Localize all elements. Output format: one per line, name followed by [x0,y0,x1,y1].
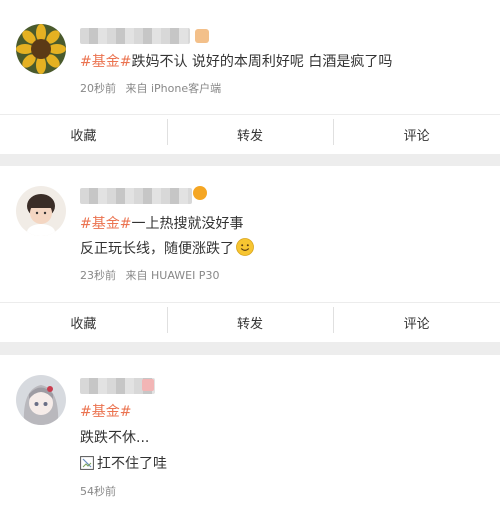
post-time: 54秒前 [80,485,116,498]
post-text: #基金#一上热搜就没好事 [80,216,244,232]
comment-button[interactable]: 评论 [333,118,500,145]
post-text: #基金# [80,402,131,422]
post-text: 跌跌不休... [80,430,150,446]
action-bar: 收藏 转发 评论 [0,114,500,153]
action-bar: 收藏 转发 评论 [0,302,500,341]
verified-badge-icon [193,186,207,200]
post-card: #基金#跌妈不认 说好的本周利好呢 白酒是疯了吗 20秒前 来自 iPhone客… [0,0,500,154]
comment-button[interactable]: 评论 [333,306,500,333]
repost-button[interactable]: 转发 [166,118,334,145]
user-avatar[interactable] [16,375,66,425]
user-avatar[interactable] [16,24,66,74]
smile-emoji-icon [236,238,254,256]
broken-image-icon [80,456,94,470]
hashtag-link[interactable]: #基金# [80,404,131,420]
post-card: #基金#一上热搜就没好事 反正玩长线，随便涨跌了 23秒前 来自 HUAWEI … [0,166,500,342]
verified-badge-icon [142,379,154,391]
post-text: 反正玩长线，随便涨跌了 [80,238,254,259]
post-source[interactable]: 来自 HUAWEI P30 [126,269,220,282]
username-blurred[interactable] [80,188,192,204]
hashtag-link[interactable]: #基金# [80,216,131,232]
weibo-feed: #基金#跌妈不认 说好的本周利好呢 白酒是疯了吗 20秒前 来自 iPhone客… [0,0,500,517]
post-time: 23秒前 [80,269,116,282]
post-text: #基金#跌妈不认 说好的本周利好呢 白酒是疯了吗 [80,54,393,70]
post-source[interactable]: 来自 iPhone客户端 [126,82,222,95]
favorite-button[interactable]: 收藏 [0,125,167,144]
favorite-button[interactable]: 收藏 [0,313,167,332]
post-card: #基金# 跌跌不休... 扛不住了哇 54秒前 [0,355,500,517]
post-meta: 20秒前 来自 iPhone客户端 [80,80,227,96]
verified-badge-icon [195,29,209,43]
user-avatar[interactable] [16,186,66,236]
post-time: 20秒前 [80,82,116,95]
hashtag-link[interactable]: #基金# [80,54,131,70]
post-text: 扛不住了哇 [80,454,167,474]
repost-button[interactable]: 转发 [166,306,334,333]
post-meta: 54秒前 [80,483,122,499]
post-meta: 23秒前 来自 HUAWEI P30 [80,267,225,283]
username-blurred[interactable] [80,28,190,44]
